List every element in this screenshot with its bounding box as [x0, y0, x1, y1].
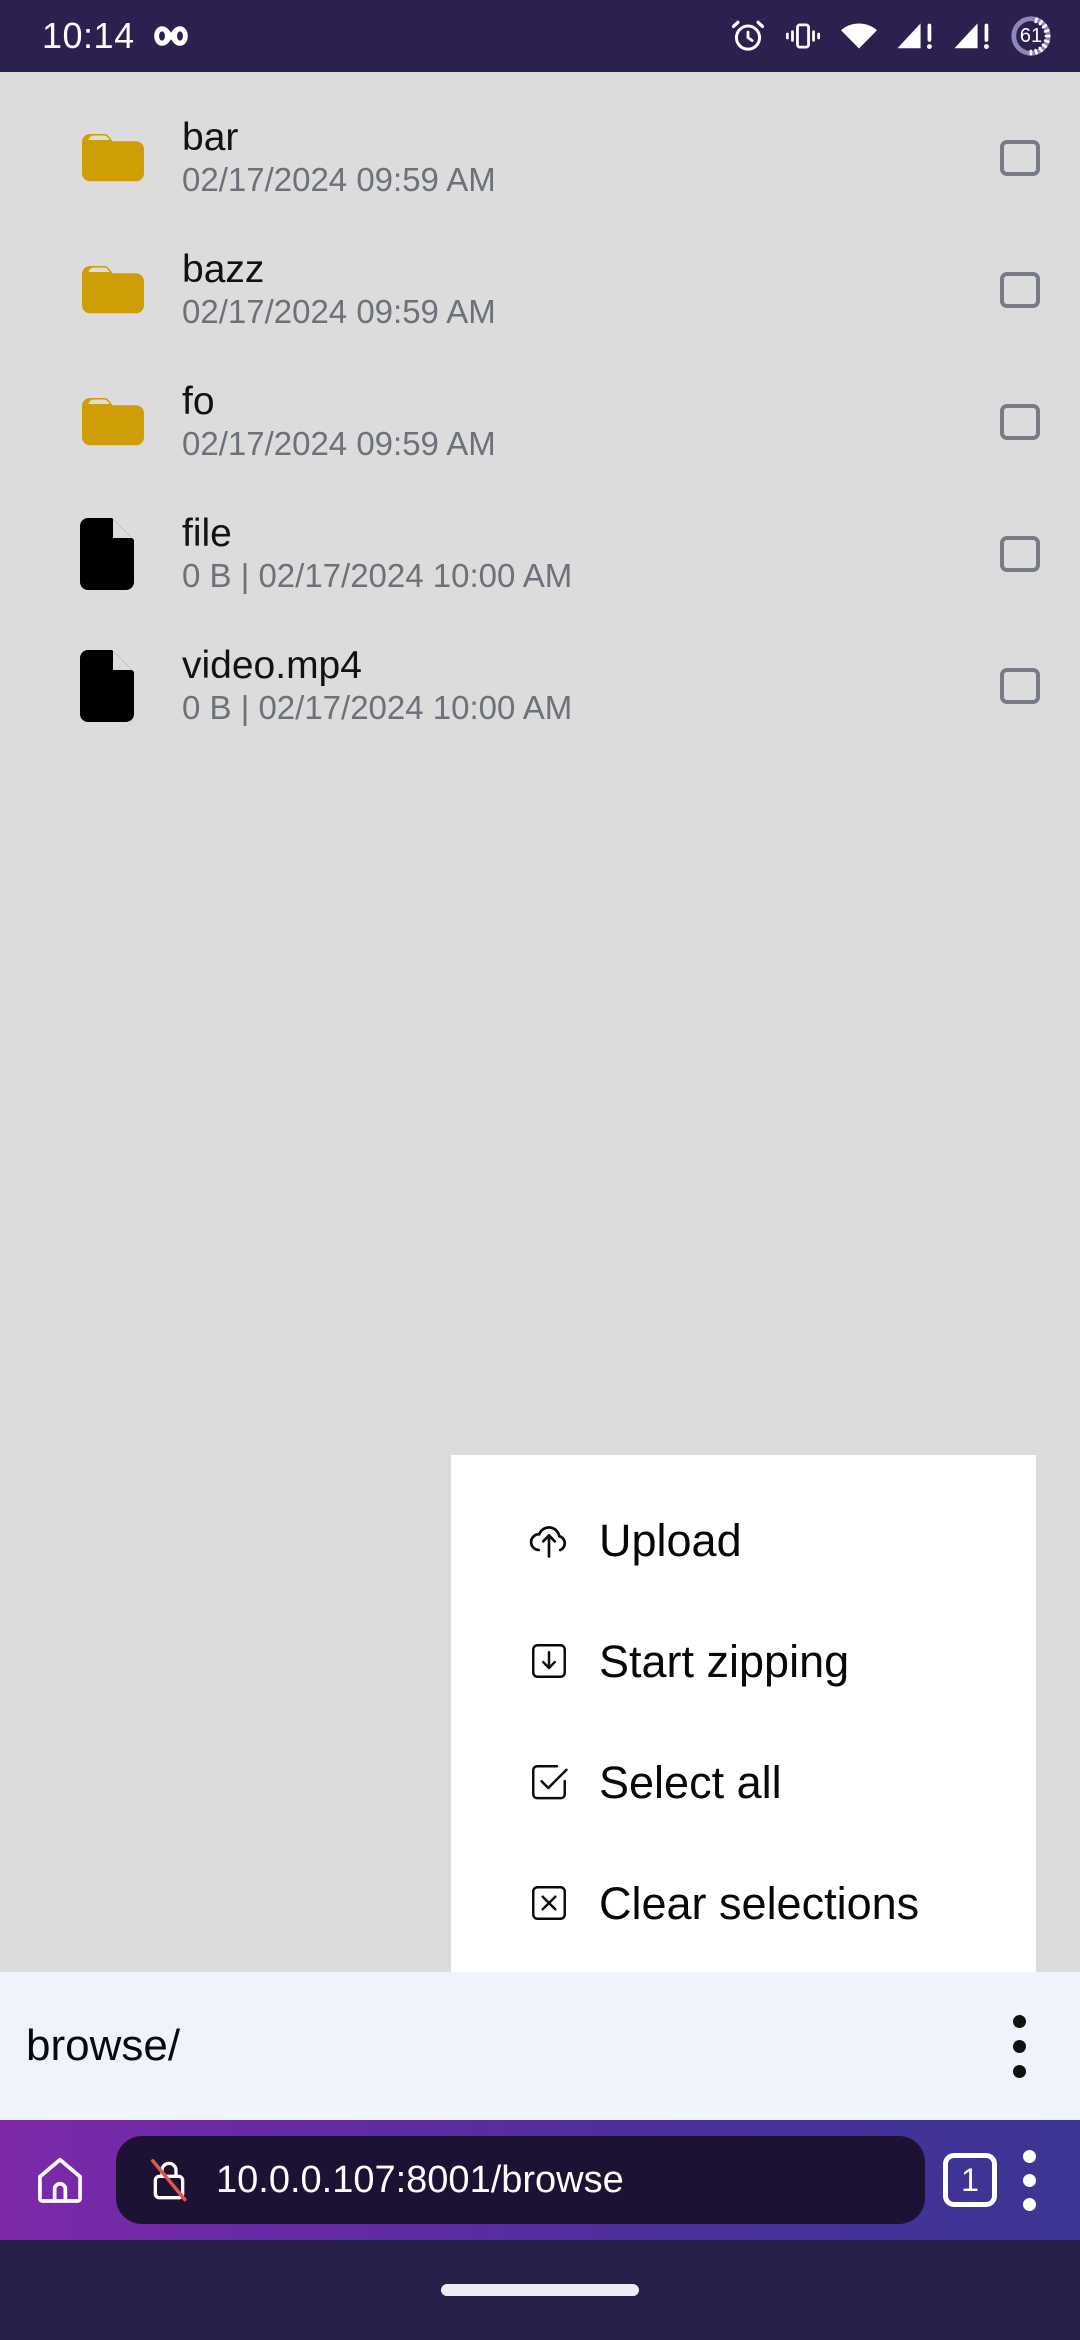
cloud-upload-icon: [525, 1517, 573, 1563]
tab-counter-button[interactable]: 1: [943, 2153, 997, 2207]
file-icon: [76, 648, 152, 724]
row-checkbox[interactable]: [960, 272, 1080, 308]
kebab-dot: [1013, 2064, 1026, 2078]
overflow-menu-icon[interactable]: [1001, 2140, 1058, 2221]
box-x-icon: [525, 1882, 573, 1924]
system-navigation-bar: [0, 2240, 1080, 2340]
folder-icon: [76, 392, 152, 452]
file-meta: 0 B | 02/17/2024 10:00 AM: [182, 689, 573, 727]
file-name: file: [182, 512, 232, 556]
file-name: fo: [182, 380, 215, 424]
context-menu: Upload Start zipping Select all Clear se…: [451, 1455, 1036, 1972]
battery-icon: 61: [1010, 15, 1052, 57]
file-row-text: file 0 B | 02/17/2024 10:00 AM: [152, 512, 960, 595]
file-meta: 0 B | 02/17/2024 10:00 AM: [182, 557, 573, 595]
checkbox-checked-icon: [525, 1761, 573, 1803]
breadcrumb: browse/: [26, 2021, 181, 2070]
file-row-text: fo 02/17/2024 09:59 AM: [152, 380, 960, 463]
menu-item-label: Select all: [599, 1756, 782, 1808]
menu-item-label: Start zipping: [599, 1635, 850, 1687]
kebab-dot: [1023, 2197, 1036, 2211]
file-row-text: bazz 02/17/2024 09:59 AM: [152, 248, 960, 331]
table-row[interactable]: video.mp4 0 B | 02/17/2024 10:00 AM: [0, 620, 1080, 752]
row-checkbox[interactable]: [960, 140, 1080, 176]
home-icon[interactable]: [18, 2152, 102, 2208]
vibrate-icon: [784, 20, 822, 52]
menu-item-select-all[interactable]: Select all: [451, 1722, 1036, 1843]
overflow-menu-icon[interactable]: [995, 2001, 1044, 2092]
row-checkbox[interactable]: [960, 536, 1080, 572]
signal-sim1-icon: [896, 20, 936, 52]
menu-item-start-zipping[interactable]: Start zipping: [451, 1601, 1036, 1722]
wifi-icon: [839, 21, 879, 51]
file-meta: 02/17/2024 09:59 AM: [182, 293, 496, 331]
file-browser-area: bar 02/17/2024 09:59 AM bazz 02/17/2024 …: [0, 72, 1080, 1972]
row-checkbox[interactable]: [960, 668, 1080, 704]
table-row[interactable]: file 0 B | 02/17/2024 10:00 AM: [0, 488, 1080, 620]
checkbox-unchecked-icon[interactable]: [1000, 536, 1040, 572]
gesture-pill[interactable]: [441, 2284, 639, 2296]
browse-path-bar: browse/: [0, 1972, 1080, 2120]
file-list: bar 02/17/2024 09:59 AM bazz 02/17/2024 …: [0, 72, 1080, 752]
status-bar-left: 10:14: [42, 15, 191, 57]
table-row[interactable]: bar 02/17/2024 09:59 AM: [0, 92, 1080, 224]
lock-crossed-icon[interactable]: [146, 2156, 192, 2204]
folder-icon: [76, 128, 152, 188]
infinity-icon: [151, 23, 191, 49]
menu-item-label: Upload: [599, 1514, 742, 1566]
file-name: video.mp4: [182, 644, 362, 688]
menu-item-label: Clear selections: [599, 1877, 920, 1929]
status-bar-clock: 10:14: [42, 15, 135, 56]
kebab-dot: [1023, 2149, 1036, 2163]
kebab-dot: [1013, 2014, 1026, 2028]
menu-item-upload[interactable]: Upload: [451, 1480, 1036, 1601]
checkbox-unchecked-icon[interactable]: [1000, 668, 1040, 704]
kebab-dot: [1013, 2039, 1026, 2053]
row-checkbox[interactable]: [960, 404, 1080, 440]
table-row[interactable]: fo 02/17/2024 09:59 AM: [0, 356, 1080, 488]
menu-item-clear-selections[interactable]: Clear selections: [451, 1843, 1036, 1964]
signal-sim2-icon: [953, 20, 993, 52]
kebab-dot: [1023, 2173, 1036, 2187]
file-meta: 02/17/2024 09:59 AM: [182, 425, 496, 463]
checkbox-unchecked-icon[interactable]: [1000, 404, 1040, 440]
battery-level-label: 61: [1019, 25, 1043, 47]
box-download-icon: [525, 1640, 573, 1682]
file-name: bar: [182, 116, 239, 160]
alarm-icon: [729, 17, 767, 55]
checkbox-unchecked-icon[interactable]: [1000, 272, 1040, 308]
url-bar[interactable]: 10.0.0.107:8001/browse: [116, 2136, 925, 2224]
phone-screen: 10:14 61 bar 02/17/2024 09:59 AM bazz 02…: [0, 0, 1080, 2340]
file-name: bazz: [182, 248, 265, 292]
status-bar-icons: 61: [729, 15, 1052, 57]
file-icon: [76, 516, 152, 592]
file-row-text: bar 02/17/2024 09:59 AM: [152, 116, 960, 199]
checkbox-unchecked-icon[interactable]: [1000, 140, 1040, 176]
browser-toolbar: 10.0.0.107:8001/browse 1: [0, 2120, 1080, 2240]
status-bar: 10:14 61: [0, 0, 1080, 72]
url-text[interactable]: 10.0.0.107:8001/browse: [216, 2159, 624, 2202]
table-row[interactable]: bazz 02/17/2024 09:59 AM: [0, 224, 1080, 356]
file-meta: 02/17/2024 09:59 AM: [182, 161, 496, 199]
file-row-text: video.mp4 0 B | 02/17/2024 10:00 AM: [152, 644, 960, 727]
folder-icon: [76, 260, 152, 320]
